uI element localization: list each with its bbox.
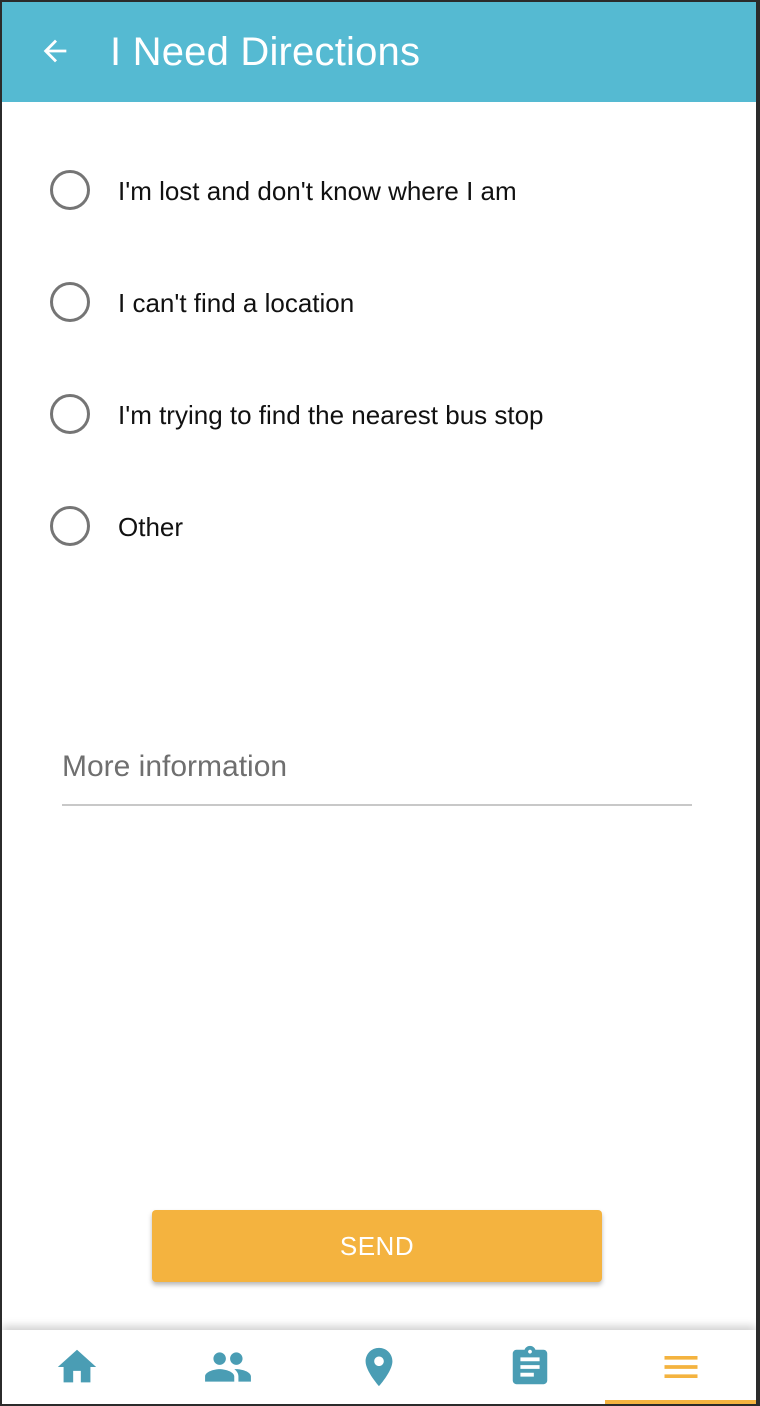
more-information-input[interactable] xyxy=(62,720,692,804)
radio-option-label: Other xyxy=(118,512,184,542)
menu-icon xyxy=(664,1356,698,1378)
page-title: I Need Directions xyxy=(110,30,421,74)
radio-option-cant-find-location[interactable]: I can't find a location xyxy=(2,244,756,356)
radio-option-label: I can't find a location xyxy=(118,288,355,318)
reason-radio-group: I'm lost and don't know where I am I can… xyxy=(2,132,756,580)
radio-button[interactable] xyxy=(50,170,90,210)
arrow-back-icon xyxy=(43,39,67,63)
people-icon xyxy=(205,1352,252,1382)
radio-option-label: I'm trying to find the nearest bus stop xyxy=(118,400,544,430)
radio-button[interactable] xyxy=(50,506,90,546)
nav-item-reports[interactable] xyxy=(454,1330,605,1404)
bottom-navigation xyxy=(2,1330,756,1404)
input-underline xyxy=(62,804,692,806)
radio-option-other[interactable]: Other xyxy=(2,468,756,580)
nav-item-people[interactable] xyxy=(153,1330,304,1404)
app-screen: I Need Directions I'm lost and don't kno… xyxy=(2,2,756,1404)
nav-item-menu[interactable] xyxy=(605,1330,756,1404)
radio-button[interactable] xyxy=(50,282,90,322)
nav-item-location[interactable] xyxy=(304,1330,455,1404)
radio-option-lost[interactable]: I'm lost and don't know where I am xyxy=(2,132,756,244)
home-icon xyxy=(58,1349,97,1383)
nav-item-home[interactable] xyxy=(2,1330,153,1404)
send-button[interactable]: SEND xyxy=(152,1210,602,1282)
radio-option-label: I'm lost and don't know where I am xyxy=(118,176,517,206)
app-bar: I Need Directions xyxy=(2,2,756,102)
location-pin-icon xyxy=(365,1347,393,1387)
radio-option-nearest-bus-stop[interactable]: I'm trying to find the nearest bus stop xyxy=(2,356,756,468)
radio-button[interactable] xyxy=(50,394,90,434)
more-information-field xyxy=(62,720,692,806)
clipboard-icon xyxy=(512,1345,548,1385)
back-button[interactable] xyxy=(32,28,78,74)
